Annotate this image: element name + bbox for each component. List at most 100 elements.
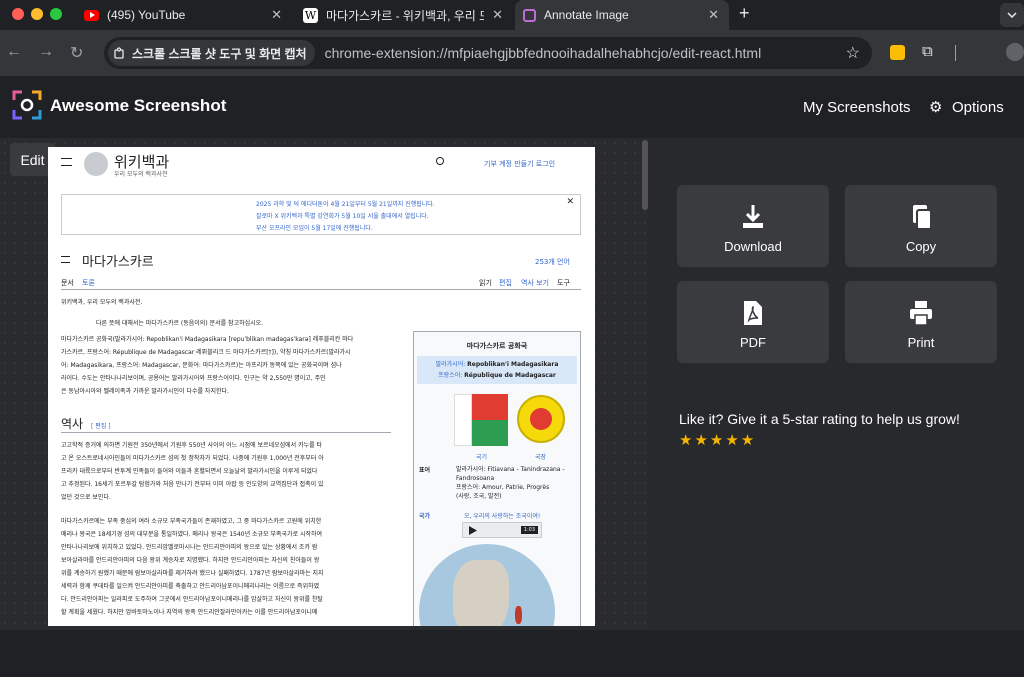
- tab-talk: 토론: [82, 279, 95, 287]
- app-footer: [0, 630, 1024, 677]
- download-button[interactable]: Download: [677, 185, 829, 267]
- app-name: Awesome Screenshot: [50, 96, 227, 115]
- french-name-row: 프랑스어: République de Madagascar: [417, 370, 577, 381]
- history-paragraph-2: 마다가스카르에는 부족 중심의 여러 소규모 부족국가들이 존재하였고, 그 중…: [61, 515, 391, 619]
- print-icon: [910, 301, 932, 326]
- notice-close-icon: ✕: [566, 197, 574, 207]
- forward-icon[interactable]: →: [38, 43, 54, 61]
- back-icon[interactable]: ←: [6, 43, 22, 61]
- star-rating[interactable]: ★★★★★: [679, 431, 756, 449]
- copy-icon: [913, 205, 932, 230]
- flag-green-band: [472, 420, 508, 446]
- tab-read: 읽기: [479, 279, 492, 287]
- text-line: 할 계획을 세웠다. 하지만 암바토마노이나 지역의 왕족 안드리안잘라만아카는…: [61, 609, 318, 616]
- tab-wikipedia[interactable]: W 마다가스카르 - 위키백과, 우리 모두 ✕: [295, 0, 513, 30]
- section-underline: [61, 432, 391, 433]
- text-line: 라이다. 수도는 안타나나리보이며, 공용어는 말라가시어와 프랑스어이다. 인…: [61, 375, 326, 382]
- copy-button[interactable]: Copy: [845, 185, 997, 267]
- tab-close-icon[interactable]: ✕: [708, 7, 719, 23]
- profile-avatar[interactable]: [1006, 43, 1024, 61]
- extension-chip[interactable]: 스크롤 스크롤 샷 도구 및 화면 캡처: [108, 40, 315, 66]
- infobox-names-band: 말라가시어: Repoblikan'i Madagasikara 프랑스어: R…: [417, 356, 577, 384]
- print-button[interactable]: Print: [845, 281, 997, 363]
- text-line: 안타나나리보에 위치하고 있었다. 안드리암벨로마시나는 안드리안아피의 왕으로…: [61, 544, 318, 551]
- intro-paragraph: 마다가스카르 공화국(말라가시어: Repoblikan'i Madagasik…: [61, 333, 391, 398]
- article-title: 마다가스카르: [82, 255, 154, 270]
- new-tab-button[interactable]: +: [739, 3, 750, 24]
- reload-icon[interactable]: ↻: [70, 43, 83, 63]
- flag-madagascar: [454, 394, 508, 446]
- anthem-label: 국가: [419, 513, 431, 520]
- text-line: 마다가스카르 공화국(말라가시어: Repoblikan'i Madagasik…: [61, 336, 354, 343]
- text-line: 가스카르, 프랑스어: République de Madagascar 레퓌블…: [61, 349, 351, 356]
- audio-player: 1:03: [462, 522, 542, 538]
- tab-youtube[interactable]: (495) YouTube ✕: [80, 0, 292, 30]
- play-icon: [469, 526, 477, 535]
- motto-label: 표어: [419, 467, 431, 474]
- extension-icon-yellow[interactable]: [890, 45, 905, 60]
- print-label: Print: [907, 335, 935, 350]
- wikipedia-globe-logo: [84, 152, 108, 176]
- tab-close-icon[interactable]: ✕: [492, 7, 503, 23]
- browser-toolbar: ← → ↻ 스크롤 스크롤 샷 도구 및 화면 캡처 chrome-extens…: [0, 30, 1024, 76]
- chevron-down-icon: [1007, 12, 1017, 18]
- text-line: 어: Madagasikara, 프랑스어: Madagascar, 문화어: …: [61, 362, 342, 369]
- maximize-window-button[interactable]: [50, 8, 62, 20]
- text-line: 보아살라마를 안드리안아피의 다음 왕위 계승자로 지명했다. 하지만 안드리안…: [61, 557, 320, 564]
- wikipedia-icon: W: [303, 7, 318, 23]
- flag-white-band: [454, 394, 472, 446]
- pdf-label: PDF: [740, 335, 766, 350]
- pdf-icon: [744, 301, 762, 325]
- text-line: 고 추정된다. 16세기 포르투갈 탐험가와 처음 만나기 전부터 이미 아랍 …: [61, 481, 324, 488]
- malagasy-label: 말라가시어:: [435, 361, 466, 368]
- notice-line: 잘로마 X 위키백과 특별 강연회가 5월 10일 서울 출대에서 열립니다.: [256, 213, 429, 220]
- toolbar-divider: [955, 45, 956, 61]
- language-selector: 253개 언어: [535, 258, 570, 266]
- screenshot-image[interactable]: 위키백과 우리 모두의 백과사전 기부 계정 만들기 로그인 2025 과학 및…: [48, 147, 595, 626]
- motto-korean: (사랑, 조국, 발전): [456, 493, 502, 500]
- my-screenshots-link[interactable]: My Screenshots: [803, 99, 911, 116]
- globe-land: [453, 560, 509, 626]
- extensions-puzzle-icon[interactable]: ⧉: [922, 43, 933, 60]
- flag-red-band: [472, 394, 508, 420]
- tab-article: 문서: [61, 279, 74, 287]
- wiki-notice-box: 2025 과학 및 덕 에디터톤이 4월 21일부터 5월 21일까지 진행됩니…: [61, 194, 581, 235]
- motto-malagasy: 말라가시어: Fitiavana - Tanindrazana - Fandro…: [456, 466, 565, 482]
- gear-icon[interactable]: ⚙: [929, 98, 942, 116]
- close-window-button[interactable]: [12, 8, 24, 20]
- malagasy-name: Repoblikan'i Madagasikara: [467, 361, 559, 368]
- text-line: 다. 안드리안아피는 일라피로 도주하여 그곳에서 안드리아남포이니메리나를 암…: [61, 596, 323, 603]
- wiki-tabs: 문서 토론 읽기 편집 역사 보기 도구: [61, 276, 581, 290]
- wiki-tagline: 위키백과, 우리 모두의 백과사전.: [61, 299, 143, 306]
- audio-time: 1:03: [520, 526, 538, 534]
- tab-title: Annotate Image: [544, 8, 629, 22]
- wiki-hatnote: 다른 뜻에 대해서는 마다가스카르 (동음이의) 문서를 참고하십시오.: [96, 320, 264, 327]
- minimize-window-button[interactable]: [31, 8, 43, 20]
- options-link[interactable]: Options: [952, 99, 1004, 116]
- youtube-icon: [84, 9, 99, 21]
- tab-close-icon[interactable]: ✕: [271, 7, 282, 23]
- toc-icon: [61, 256, 70, 263]
- locator-globe: [419, 544, 555, 626]
- motto-french: 프랑스어: Amour, Patrie, Progrès: [456, 484, 550, 491]
- address-bar[interactable]: 스크롤 스크롤 샷 도구 및 화면 캡처 chrome-extension://…: [104, 37, 872, 69]
- wiki-logo-subtitle: 우리 모두의 백과사전: [114, 171, 168, 178]
- awesome-screenshot-logo: [12, 90, 42, 120]
- copy-label: Copy: [905, 239, 937, 254]
- download-icon: [743, 205, 763, 228]
- text-line: 마다가스카르에는 부족 중심의 여러 소규모 부족국가들이 존재하였고, 그 중…: [61, 518, 322, 525]
- bookmark-star-icon[interactable]: ☆: [846, 43, 860, 63]
- flag-caption: 국기: [476, 454, 488, 461]
- hamburger-menu-icon: [61, 158, 72, 166]
- tab-annotate-image[interactable]: Annotate Image ✕: [515, 0, 729, 30]
- pdf-button[interactable]: PDF: [677, 281, 829, 363]
- puzzle-icon: [114, 47, 124, 59]
- extension-chip-label: 스크롤 스크롤 샷 도구 및 화면 캡처: [132, 46, 307, 61]
- seal-inner: [530, 408, 552, 430]
- tab-search-button[interactable]: [1000, 3, 1024, 27]
- rating-prompt: Like it? Give it a 5-star rating to help…: [679, 411, 960, 427]
- text-line: 메리나 왕국은 18세기경 섬의 대부분을 통일하였다. 메리나 왕국은 154…: [61, 531, 323, 538]
- browser-tab-bar: (495) YouTube ✕ W 마다가스카르 - 위키백과, 우리 모두 ✕…: [0, 0, 1024, 30]
- awesome-screenshot-icon: [523, 8, 536, 22]
- section-edit-link: [ 편집 ]: [91, 423, 111, 430]
